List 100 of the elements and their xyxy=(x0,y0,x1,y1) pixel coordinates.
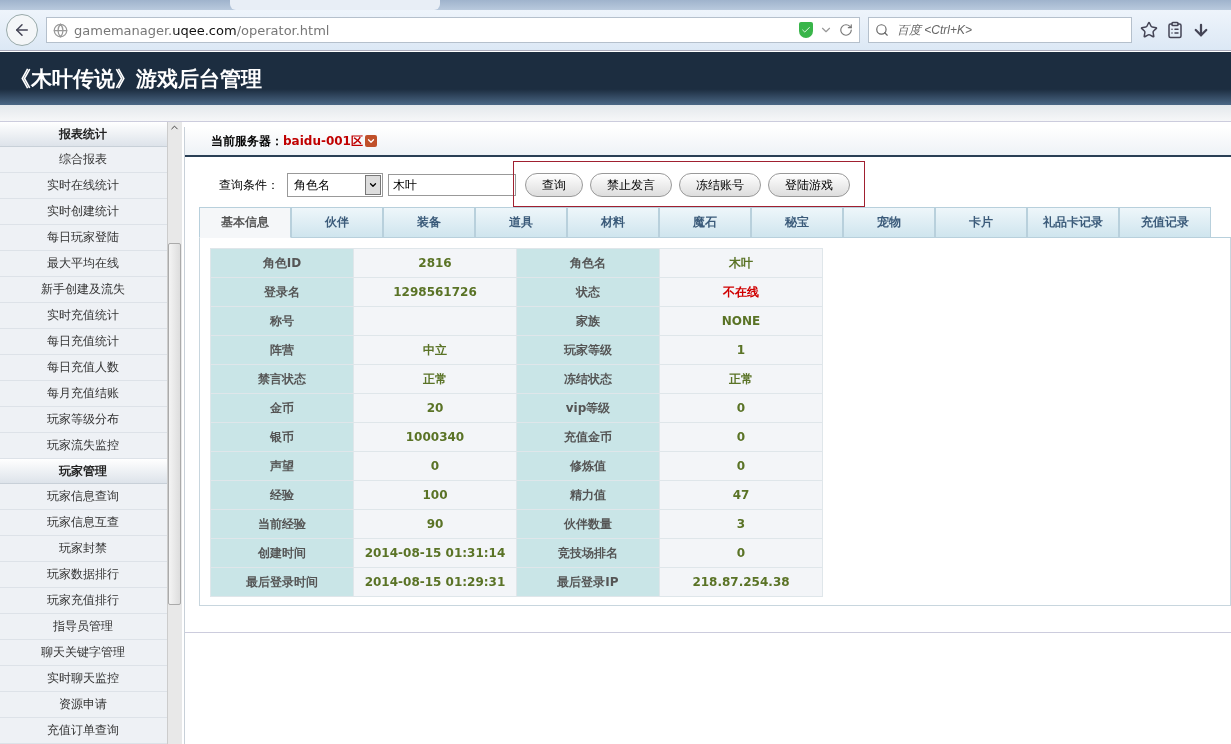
label-cell: 精力值 xyxy=(516,480,660,510)
download-icon[interactable] xyxy=(1192,21,1210,39)
label-cell: 冻结状态 xyxy=(516,364,660,394)
action-button[interactable]: 冻结账号 xyxy=(679,173,761,197)
sidebar-item[interactable]: 玩家等级分布 xyxy=(0,407,167,433)
tab[interactable]: 卡片 xyxy=(935,207,1027,237)
value-cell: 1000340 xyxy=(353,422,517,452)
action-button[interactable]: 登陆游戏 xyxy=(768,173,850,197)
value-cell: 0 xyxy=(659,422,823,452)
tab[interactable]: 基本信息 xyxy=(199,207,291,238)
label-cell: 修炼值 xyxy=(516,451,660,481)
sidebar-item[interactable]: 实时聊天监控 xyxy=(0,666,167,692)
tab[interactable]: 礼品卡记录 xyxy=(1027,207,1119,237)
sidebar-item[interactable]: 充值订单查询 xyxy=(0,718,167,744)
globe-icon xyxy=(53,22,68,38)
tab[interactable]: 道具 xyxy=(475,207,567,237)
back-button[interactable] xyxy=(6,14,38,46)
tab[interactable]: 魔石 xyxy=(659,207,751,237)
sidebar-item[interactable]: 玩家充值排行 xyxy=(0,588,167,614)
value-cell: 2816 xyxy=(353,248,517,278)
server-name: baidu-001区 xyxy=(283,132,363,150)
tab[interactable]: 材料 xyxy=(567,207,659,237)
query-label: 查询条件： xyxy=(219,176,279,194)
caret-icon xyxy=(368,180,378,190)
shield-icon[interactable] xyxy=(799,22,813,38)
tab[interactable]: 伙伴 xyxy=(291,207,383,237)
dropdown-icon[interactable] xyxy=(364,135,377,147)
value-cell: 20 xyxy=(353,393,517,423)
sidebar-section-header[interactable]: 玩家管理 xyxy=(0,459,167,484)
label-cell: 角色名 xyxy=(516,248,660,278)
value-cell: 中立 xyxy=(353,335,517,365)
label-cell: 伙伴数量 xyxy=(516,509,660,539)
label-cell: vip等级 xyxy=(516,393,660,423)
sidebar-item[interactable]: 玩家信息查询 xyxy=(0,484,167,510)
sidebar-item[interactable]: 综合报表 xyxy=(0,147,167,173)
search-icon xyxy=(875,23,889,37)
label-cell: 最后登录IP xyxy=(516,567,660,597)
dropdown-arrow-button[interactable] xyxy=(365,175,381,195)
label-cell: 家族 xyxy=(516,306,660,336)
tab[interactable]: 充值记录 xyxy=(1119,207,1211,237)
sidebar-item[interactable]: 指导员管理 xyxy=(0,614,167,640)
label-cell: 当前经验 xyxy=(210,509,354,539)
sidebar-item[interactable]: 玩家数据排行 xyxy=(0,562,167,588)
value-cell: 218.87.254.38 xyxy=(659,567,823,597)
tab[interactable]: 宠物 xyxy=(843,207,935,237)
action-button[interactable]: 禁止发言 xyxy=(590,173,672,197)
sidebar-item[interactable]: 玩家信息互查 xyxy=(0,510,167,536)
value-cell: 100 xyxy=(353,480,517,510)
value-cell: 0 xyxy=(659,538,823,568)
value-cell: 0 xyxy=(353,451,517,481)
label-cell: 创建时间 xyxy=(210,538,354,568)
sidebar-item[interactable]: 新手创建及流失 xyxy=(0,277,167,303)
condition-select[interactable]: 角色名 xyxy=(287,173,383,197)
star-icon[interactable] xyxy=(1140,21,1158,39)
value-cell: 3 xyxy=(659,509,823,539)
value-cell: 正常 xyxy=(353,364,517,394)
tab[interactable]: 装备 xyxy=(383,207,475,237)
address-bar[interactable]: gamemanager.uqee.com/operator.html xyxy=(46,17,860,43)
sidebar-item[interactable]: 每日充值人数 xyxy=(0,355,167,381)
tab[interactable]: 秘宝 xyxy=(751,207,843,237)
sidebar-item[interactable]: 实时充值统计 xyxy=(0,303,167,329)
sidebar-item[interactable]: 玩家封禁 xyxy=(0,536,167,562)
sidebar-item[interactable]: 每日充值统计 xyxy=(0,329,167,355)
value-cell: 正常 xyxy=(659,364,823,394)
value-cell: 2014-08-15 01:29:31 xyxy=(353,567,517,597)
value-cell: 1298561726 xyxy=(353,277,517,307)
label-cell: 充值金币 xyxy=(516,422,660,452)
label-cell: 最后登录时间 xyxy=(210,567,354,597)
label-cell: 金币 xyxy=(210,393,354,423)
label-cell: 称号 xyxy=(210,306,354,336)
clipboard-icon[interactable] xyxy=(1166,21,1184,39)
value-cell: 47 xyxy=(659,480,823,510)
scrollbar-thumb[interactable] xyxy=(168,243,182,605)
label-cell: 玩家等级 xyxy=(516,335,660,365)
sidebar-item[interactable]: 资源申请 xyxy=(0,692,167,718)
search-field[interactable]: 百度 <Ctrl+K> xyxy=(895,22,1125,38)
label-cell: 禁言状态 xyxy=(210,364,354,394)
action-button[interactable]: 查询 xyxy=(525,173,583,197)
label-cell: 声望 xyxy=(210,451,354,481)
sidebar-item[interactable]: 实时创建统计 xyxy=(0,199,167,225)
value-cell: 木叶 xyxy=(659,248,823,278)
sidebar-item[interactable]: 最大平均在线 xyxy=(0,251,167,277)
label-cell: 经验 xyxy=(210,480,354,510)
app-title: 《木叶传说》游戏后台管理 xyxy=(10,64,262,93)
url-text: gamemanager.uqee.com/operator.html xyxy=(74,22,331,38)
reload-icon[interactable] xyxy=(839,23,853,37)
sidebar-item[interactable]: 每日玩家登陆 xyxy=(0,225,167,251)
sidebar-item[interactable]: 聊天关键字管理 xyxy=(0,640,167,666)
query-input[interactable]: 木叶 xyxy=(388,174,516,196)
sidebar-section-header[interactable]: 报表统计 xyxy=(0,122,167,147)
label-cell: 登录名 xyxy=(210,277,354,307)
label-cell: 银币 xyxy=(210,422,354,452)
value-cell: 0 xyxy=(659,393,823,423)
sidebar-item[interactable]: 每月充值结账 xyxy=(0,381,167,407)
value-cell: 0 xyxy=(659,451,823,481)
sidebar-item[interactable]: 实时在线统计 xyxy=(0,173,167,199)
value-cell: NONE xyxy=(659,306,823,336)
search-box[interactable]: 百度 <Ctrl+K> xyxy=(868,17,1132,43)
value-cell: 1 xyxy=(659,335,823,365)
label-cell: 角色ID xyxy=(210,248,354,278)
